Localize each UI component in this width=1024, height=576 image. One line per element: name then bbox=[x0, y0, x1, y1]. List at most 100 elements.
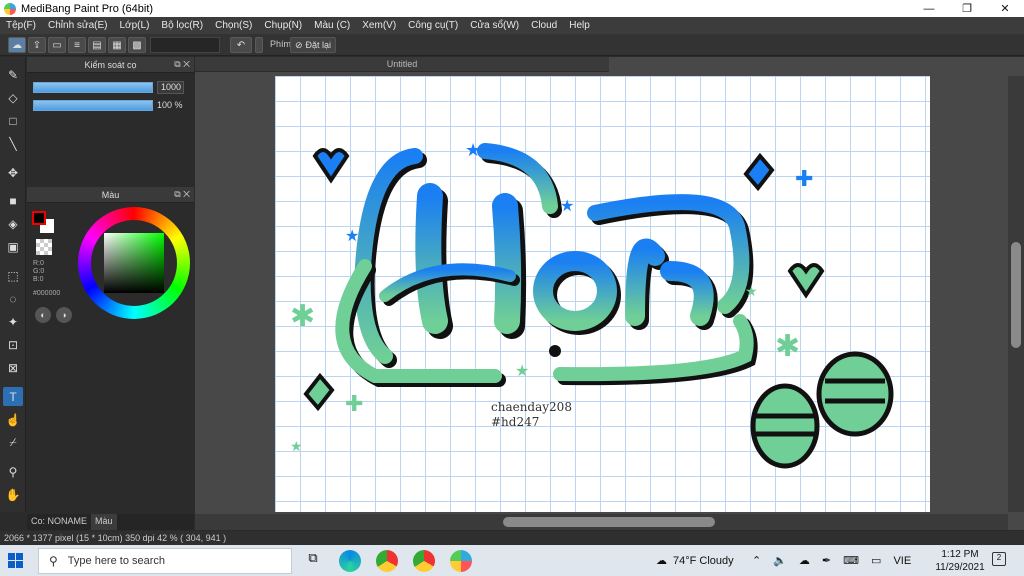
chrome-profile-icon[interactable] bbox=[413, 550, 435, 572]
maximize-button[interactable]: ❐ bbox=[948, 0, 986, 17]
move-tool-icon[interactable]: ✥ bbox=[3, 163, 23, 182]
tab-brush-name[interactable]: Co: NONAME bbox=[27, 514, 91, 530]
lasso-tool-icon[interactable]: ◌ bbox=[3, 289, 23, 308]
minimize-button[interactable]: — bbox=[910, 0, 948, 17]
hashtag-text: #hd247 bbox=[491, 415, 539, 429]
notification-icon[interactable]: 2 bbox=[992, 552, 1006, 566]
display-icon[interactable]: ▭ bbox=[871, 554, 881, 567]
layout-icon[interactable]: ▦ bbox=[108, 37, 126, 53]
panel-controls-icon[interactable]: ⧉ ✕ bbox=[174, 59, 190, 70]
share-icon[interactable]: ⇪ bbox=[28, 37, 46, 53]
chrome-icon[interactable] bbox=[376, 550, 398, 572]
pen-icon[interactable]: ✒ bbox=[822, 554, 831, 567]
menu-snap[interactable]: Chụp(N) bbox=[264, 20, 302, 31]
brush-size-slider[interactable] bbox=[33, 82, 153, 93]
clock[interactable]: 1:12 PM 11/29/2021 bbox=[934, 548, 986, 574]
dropper-tool-icon[interactable]: ⚲ bbox=[3, 462, 23, 481]
keyboard-icon[interactable]: ⌨ bbox=[843, 554, 859, 567]
fill-rect-tool-icon[interactable]: ■ bbox=[3, 191, 23, 210]
menu-cloud[interactable]: Cloud bbox=[531, 20, 557, 31]
gradient-tool-icon[interactable]: ▣ bbox=[3, 237, 23, 256]
palette-icon[interactable]: ◐ bbox=[35, 307, 51, 323]
vertical-scroll-thumb[interactable] bbox=[1011, 242, 1021, 348]
horizontal-scrollbar[interactable] bbox=[195, 514, 1008, 530]
status-text: 2066 * 1377 pixel (15 * 10cm) 350 dpi 42… bbox=[4, 533, 227, 543]
window-title: MediBang Paint Pro (64bit) bbox=[21, 2, 154, 15]
cloud-icon[interactable]: ☁ bbox=[8, 37, 26, 53]
comment-icon[interactable]: ▭ bbox=[48, 37, 66, 53]
language-indicator[interactable]: VIE bbox=[893, 555, 911, 567]
transparent-swatch[interactable] bbox=[36, 239, 52, 255]
operation-tool-icon[interactable]: ☝ bbox=[3, 410, 23, 429]
bucket-tool-icon[interactable]: ◈ bbox=[3, 214, 23, 233]
palette-add-icon[interactable]: ◑ bbox=[56, 307, 72, 323]
menu-color[interactable]: Màu (C) bbox=[314, 20, 350, 31]
medibang-taskbar-icon[interactable] bbox=[450, 550, 472, 572]
weather-text: 74°F Cloudy bbox=[673, 554, 734, 567]
hex-value: #000000 bbox=[33, 290, 61, 297]
menu-select[interactable]: Chọn(S) bbox=[215, 20, 252, 31]
saturation-value-square[interactable] bbox=[104, 233, 164, 293]
toolbar: ☁ ⇪ ▭ ≡ ▤ ▦ ▩ ↶ Phím ⊘ Đặt lại bbox=[0, 34, 1024, 56]
text-tool-icon[interactable]: T bbox=[3, 387, 23, 406]
status-bar: 2066 * 1377 pixel (15 * 10cm) 350 dpi 42… bbox=[0, 531, 1024, 545]
line-tool-icon[interactable]: ╲ bbox=[3, 134, 23, 153]
menu-file[interactable]: Tệp(F) bbox=[6, 20, 36, 31]
brush-opacity-slider[interactable] bbox=[33, 100, 153, 111]
menu-layer[interactable]: Lớp(L) bbox=[120, 20, 150, 31]
svg-text:★: ★ bbox=[345, 228, 359, 245]
brush-control-panel: Kiểm soát cọ ⧉ ✕ 1000 100 % bbox=[27, 57, 194, 185]
reset-button[interactable]: ⊘ Đặt lại bbox=[290, 37, 337, 53]
speech-icon[interactable]: ≡ bbox=[68, 37, 86, 53]
select-pen-tool-icon[interactable]: ⊡ bbox=[3, 335, 23, 354]
document-tab[interactable]: Untitled bbox=[195, 57, 609, 72]
menu-filter[interactable]: Bộ lọc(R) bbox=[161, 20, 203, 31]
panel-controls-icon[interactable]: ⧉ ✕ bbox=[174, 189, 190, 200]
brush-tool-icon[interactable]: ✎ bbox=[3, 65, 23, 84]
canvas-artwork: ★ ★ ★ ★ ★ ✱ ✱ ✚ ✚ ★ chaenday208 #hd247 bbox=[290, 140, 894, 469]
menu-tools[interactable]: Công cụ(T) bbox=[408, 20, 458, 31]
blue-value: B:0 bbox=[33, 276, 44, 283]
eyedropper-tool-icon[interactable]: ⌿ bbox=[3, 433, 23, 452]
windows-start-icon[interactable] bbox=[8, 553, 24, 569]
search-placeholder: Type here to search bbox=[67, 555, 166, 567]
menu-view[interactable]: Xem(V) bbox=[362, 20, 396, 31]
svg-text:✚: ✚ bbox=[795, 166, 813, 191]
undo-dropdown[interactable] bbox=[255, 37, 263, 53]
grid-icon[interactable]: ▩ bbox=[128, 37, 146, 53]
cloud-weather-icon: ☁ bbox=[656, 555, 667, 567]
onedrive-icon[interactable]: ☁ bbox=[799, 554, 810, 567]
reset-label: Đặt lại bbox=[305, 40, 332, 50]
canvas[interactable]: ★ ★ ★ ★ ★ ✱ ✱ ✚ ✚ ★ chaenday208 #hd247 bbox=[275, 76, 930, 512]
select-eraser-tool-icon[interactable]: ⊠ bbox=[3, 358, 23, 377]
edge-icon[interactable] bbox=[339, 550, 361, 572]
vertical-scrollbar[interactable] bbox=[1008, 76, 1024, 512]
task-view-icon[interactable]: ⧉ bbox=[302, 550, 324, 572]
signature-text: chaenday208 bbox=[491, 400, 572, 414]
weather-widget[interactable]: ☁ 74°F Cloudy bbox=[656, 545, 734, 576]
chevron-up-icon[interactable]: ⌃ bbox=[752, 554, 761, 567]
horizontal-scroll-thumb[interactable] bbox=[503, 517, 715, 527]
menu-help[interactable]: Help bbox=[569, 20, 590, 31]
volume-icon[interactable]: 🔈 bbox=[773, 554, 787, 567]
prohibit-icon: ⊘ bbox=[295, 39, 303, 50]
magic-wand-tool-icon[interactable]: ✦ bbox=[3, 312, 23, 331]
foreground-color-swatch[interactable] bbox=[32, 211, 46, 225]
eraser-tool-icon[interactable]: ◇ bbox=[3, 88, 23, 107]
tab-color[interactable]: Màu bbox=[91, 514, 117, 530]
rectangle-tool-icon[interactable]: □ bbox=[3, 111, 23, 130]
brush-size-value[interactable]: 1000 bbox=[157, 81, 184, 94]
menu-window[interactable]: Cửa sổ(W) bbox=[470, 20, 519, 31]
shortcut-label: Phím bbox=[270, 39, 292, 49]
close-button[interactable]: ✕ bbox=[986, 0, 1024, 17]
app-logo-icon bbox=[4, 2, 16, 15]
menu-edit[interactable]: Chỉnh sửa(E) bbox=[48, 20, 108, 31]
undo-icon[interactable]: ↶ bbox=[230, 37, 252, 53]
page-icon[interactable]: ▤ bbox=[88, 37, 106, 53]
taskbar-search[interactable]: ⚲ Type here to search bbox=[38, 548, 292, 574]
color-wheel[interactable] bbox=[78, 207, 190, 319]
color-panel-header: Màu ⧉ ✕ bbox=[27, 187, 194, 203]
hand-tool-icon[interactable]: ✋ bbox=[3, 485, 23, 504]
toolbar-field[interactable] bbox=[150, 37, 220, 53]
select-rect-tool-icon[interactable]: ⬚ bbox=[3, 266, 23, 285]
